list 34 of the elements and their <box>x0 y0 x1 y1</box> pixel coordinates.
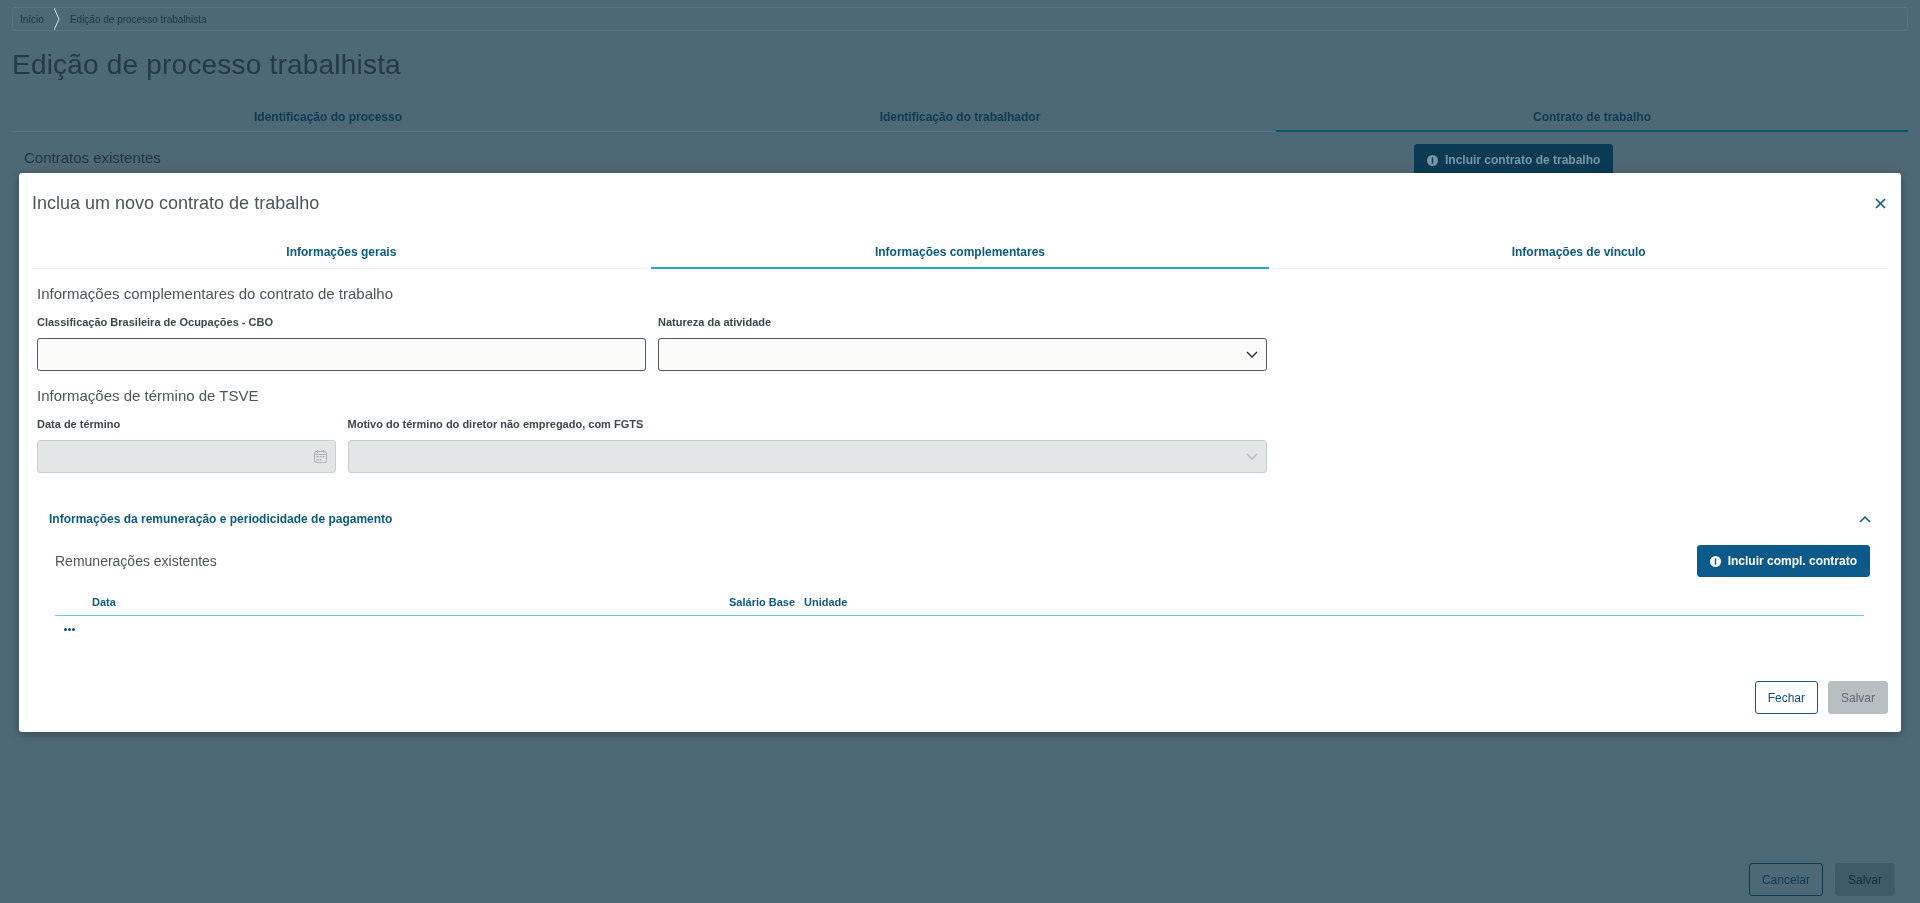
section-title: Informações de término de TSVE <box>37 387 260 404</box>
chevron-icon <box>53 8 60 30</box>
tab[interactable]: Identificação do trabalhador <box>644 103 1276 132</box>
input-field[interactable] <box>37 338 646 371</box>
dropdown-icon <box>1246 452 1258 461</box>
more-icon[interactable] <box>64 627 75 631</box>
calendar-icon <box>313 450 327 463</box>
close-icon <box>1875 197 1886 209</box>
tab[interactable]: Informações complementares <box>650 236 1270 269</box>
field-label: Natureza da atividade <box>658 316 773 329</box>
add-button[interactable]: Incluir compl. contrato <box>1696 545 1870 577</box>
accordion-header[interactable]: Informações da remuneração e periodicidade de pagamento <box>37 499 1888 539</box>
list-title: Remunerações existentes <box>55 553 217 569</box>
field-label: Motivo do término do diretor não empregado, com FGTS <box>347 418 645 431</box>
select-field[interactable] <box>658 338 1267 371</box>
field-label: Classificação Brasileira de Ocupações - CBO <box>37 316 274 329</box>
add-contract-button[interactable]: Incluir contrato de trabalho <box>1414 144 1614 176</box>
info-icon <box>1427 154 1438 166</box>
column-header: Salário Base <box>729 596 796 608</box>
info-icon <box>1709 555 1721 567</box>
column-header: Data <box>92 596 117 608</box>
chevron-icon <box>1859 515 1871 523</box>
tab[interactable]: Informações gerais <box>32 236 651 269</box>
close-dialog-button[interactable]: Fechar <box>1754 681 1818 714</box>
tab[interactable]: Contrato de trabalho <box>1276 103 1908 132</box>
dropdown-icon <box>1246 350 1258 359</box>
tab[interactable]: Identificação do processo <box>12 103 644 132</box>
column-header: Unidade <box>804 596 848 608</box>
field-label: Data de término <box>37 418 122 431</box>
close-button[interactable] <box>1873 195 1888 211</box>
section-title: Informações complementares do contrato de trabalho <box>37 285 395 302</box>
dialog-title: Inclua um novo contrato de trabalho <box>32 192 320 214</box>
cancel-button[interactable]: Cancelar <box>1748 863 1823 896</box>
tab[interactable]: Informações de vínculo <box>1269 236 1888 269</box>
